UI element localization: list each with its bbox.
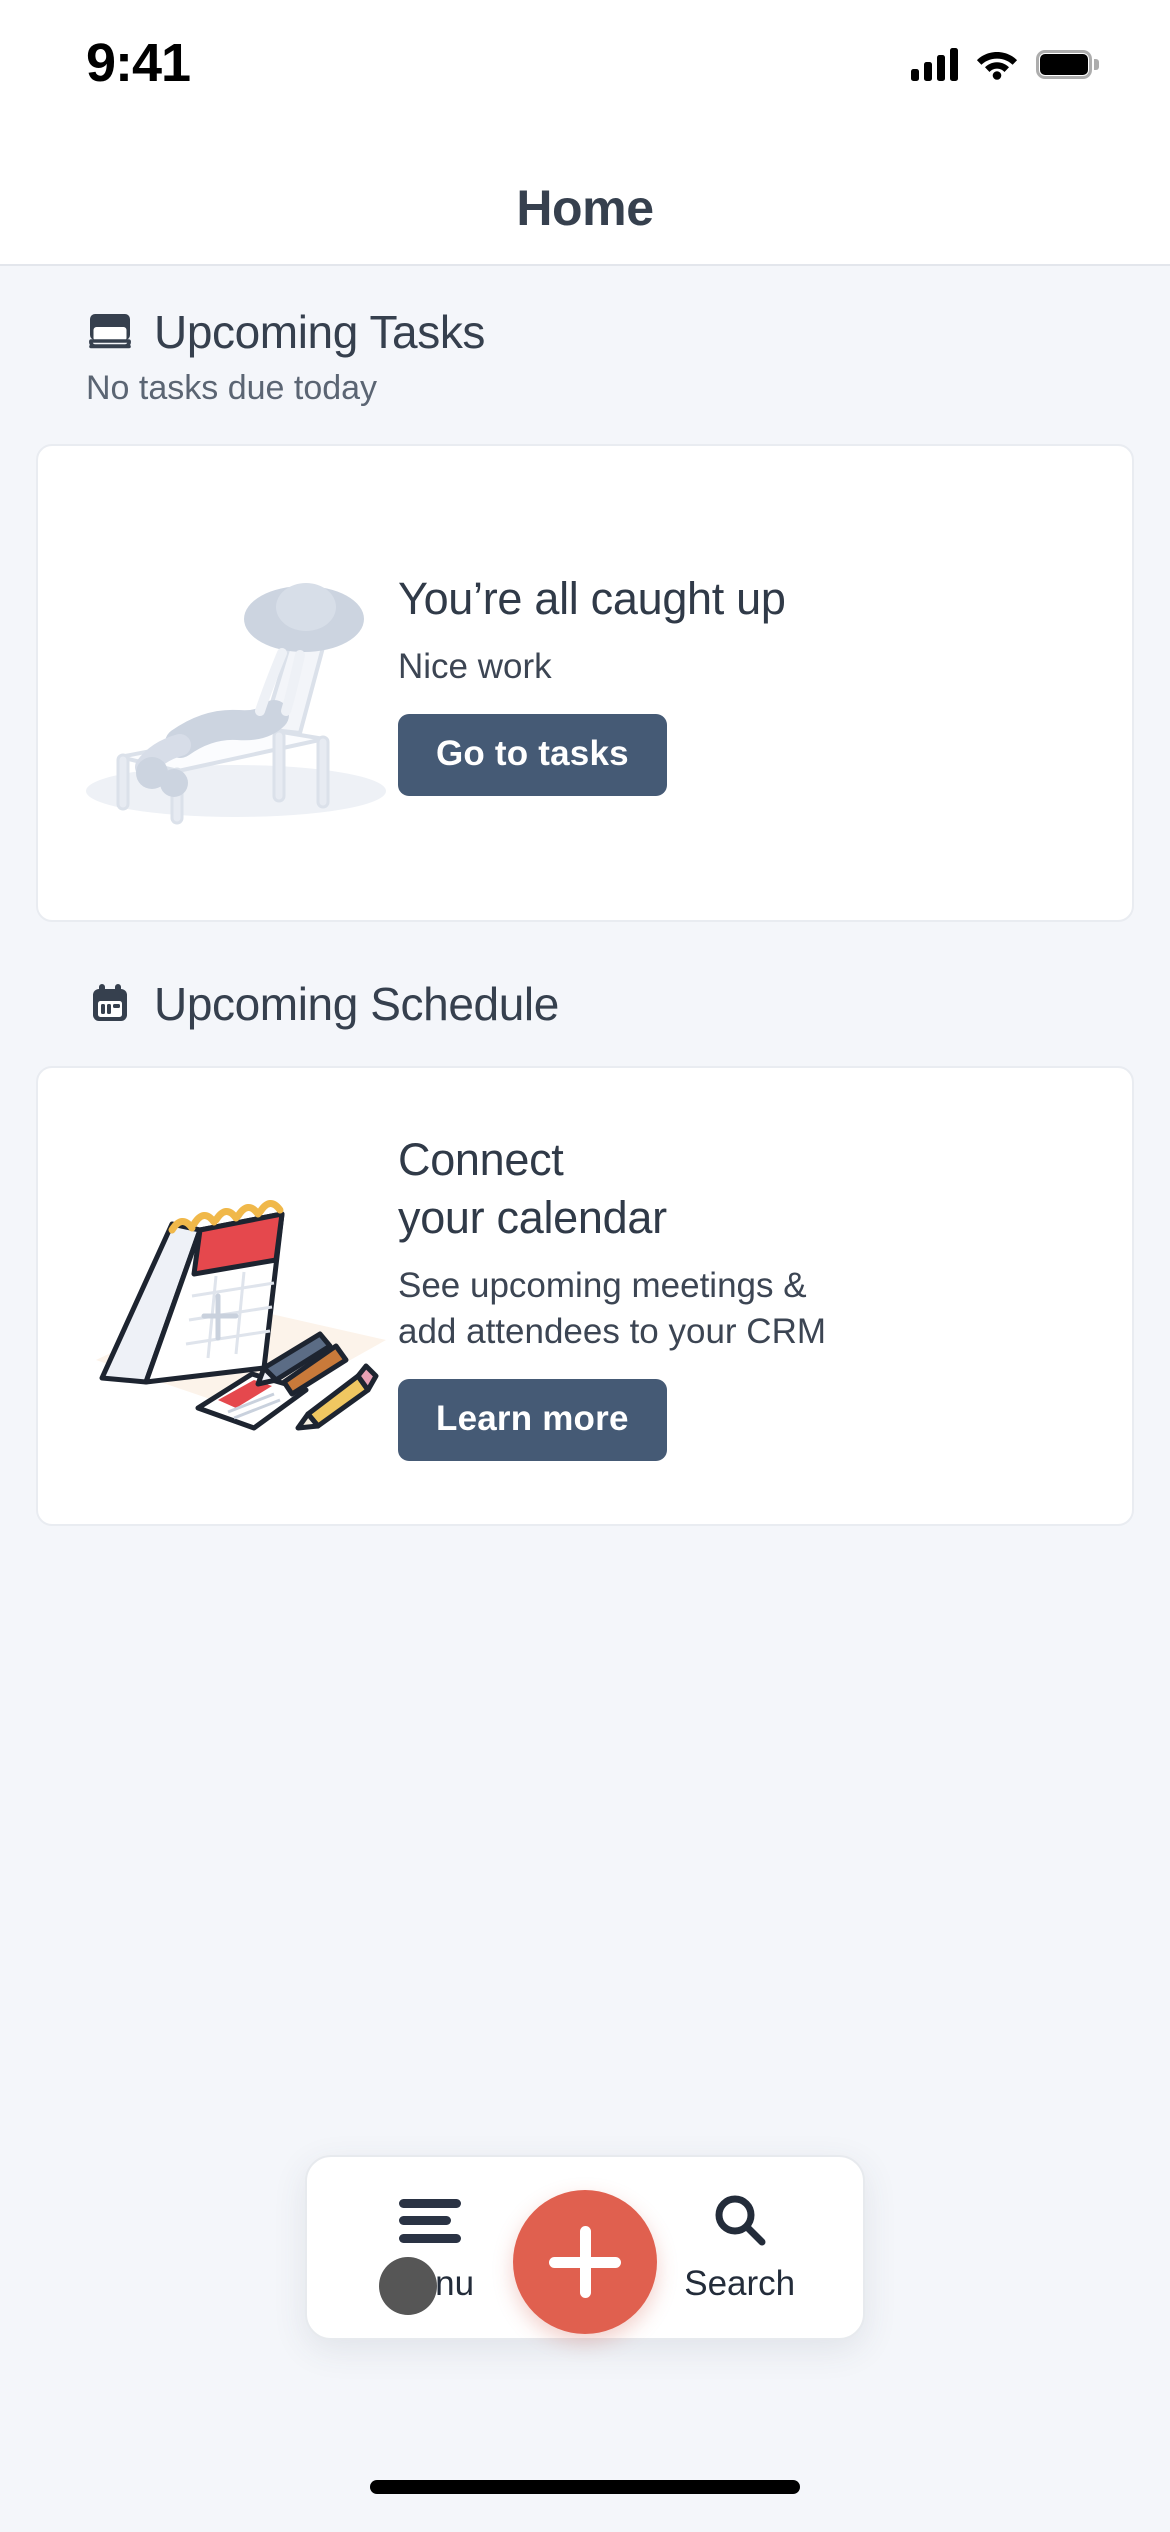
menu-notification-badge [379, 2256, 437, 2315]
card-calendar-body: Connect your calendar See upcoming meeti… [398, 1131, 1132, 1461]
status-bar: 9:41 [0, 0, 1170, 152]
nav-bar: Home [0, 152, 1170, 266]
card-text: Nice work [398, 647, 552, 686]
search-icon [710, 2191, 770, 2251]
create-button[interactable] [513, 2190, 657, 2334]
tab-menu[interactable]: Menu [353, 2191, 508, 2315]
section-header-upcoming-schedule: Upcoming Schedule [36, 978, 1134, 1030]
person-relaxing-lounge-chair-illustration [68, 533, 398, 833]
card-tasks-empty-state: You’re all caught up Nice work Go to tas… [36, 444, 1134, 922]
battery-full-icon [1036, 49, 1099, 79]
calendar-icon [86, 980, 134, 1028]
wifi-icon [976, 48, 1018, 80]
card-title-line1: Connect [398, 1134, 564, 1185]
tab-search[interactable]: Search [662, 2191, 817, 2305]
go-to-tasks-button[interactable]: Go to tasks [398, 714, 667, 796]
scroll-content: Upcoming Tasks No tasks due today You’re… [0, 266, 1170, 1526]
card-text-line1: See upcoming meetings & [398, 1266, 807, 1305]
home-indicator [370, 2480, 800, 2494]
status-bar-icons [911, 42, 1099, 86]
learn-more-button[interactable]: Learn more [398, 1379, 667, 1461]
section-subtitle: No tasks due today [86, 369, 378, 407]
card-tasks-body: You’re all caught up Nice work Go to tas… [398, 570, 1132, 796]
section-title: Upcoming Tasks [154, 306, 486, 358]
status-bar-time: 9:41 [86, 33, 191, 93]
card-title-line2: your calendar [398, 1192, 667, 1243]
signal-bars-icon [911, 47, 958, 81]
section-upcoming-tasks: Upcoming Tasks No tasks due today [0, 266, 1170, 408]
phone-screen: 9:41 Home Upcoming Tasks No tasks due to… [0, 0, 1170, 2532]
tab-search-label: Search [684, 2263, 796, 2303]
desk-calendar-pens-illustration [68, 1146, 398, 1446]
card-text-line2: add attendees to your CRM [398, 1312, 827, 1351]
page-title: Home [516, 180, 654, 236]
hamburger-menu-icon [399, 2191, 462, 2251]
card-connect-calendar: Connect your calendar See upcoming meeti… [36, 1066, 1134, 1526]
section-header-upcoming-tasks: Upcoming Tasks [36, 306, 1134, 358]
notebook-icon [86, 308, 134, 356]
card-title: You’re all caught up [398, 573, 786, 624]
section-upcoming-schedule: Upcoming Schedule [0, 922, 1170, 1030]
section-title: Upcoming Schedule [154, 978, 559, 1030]
